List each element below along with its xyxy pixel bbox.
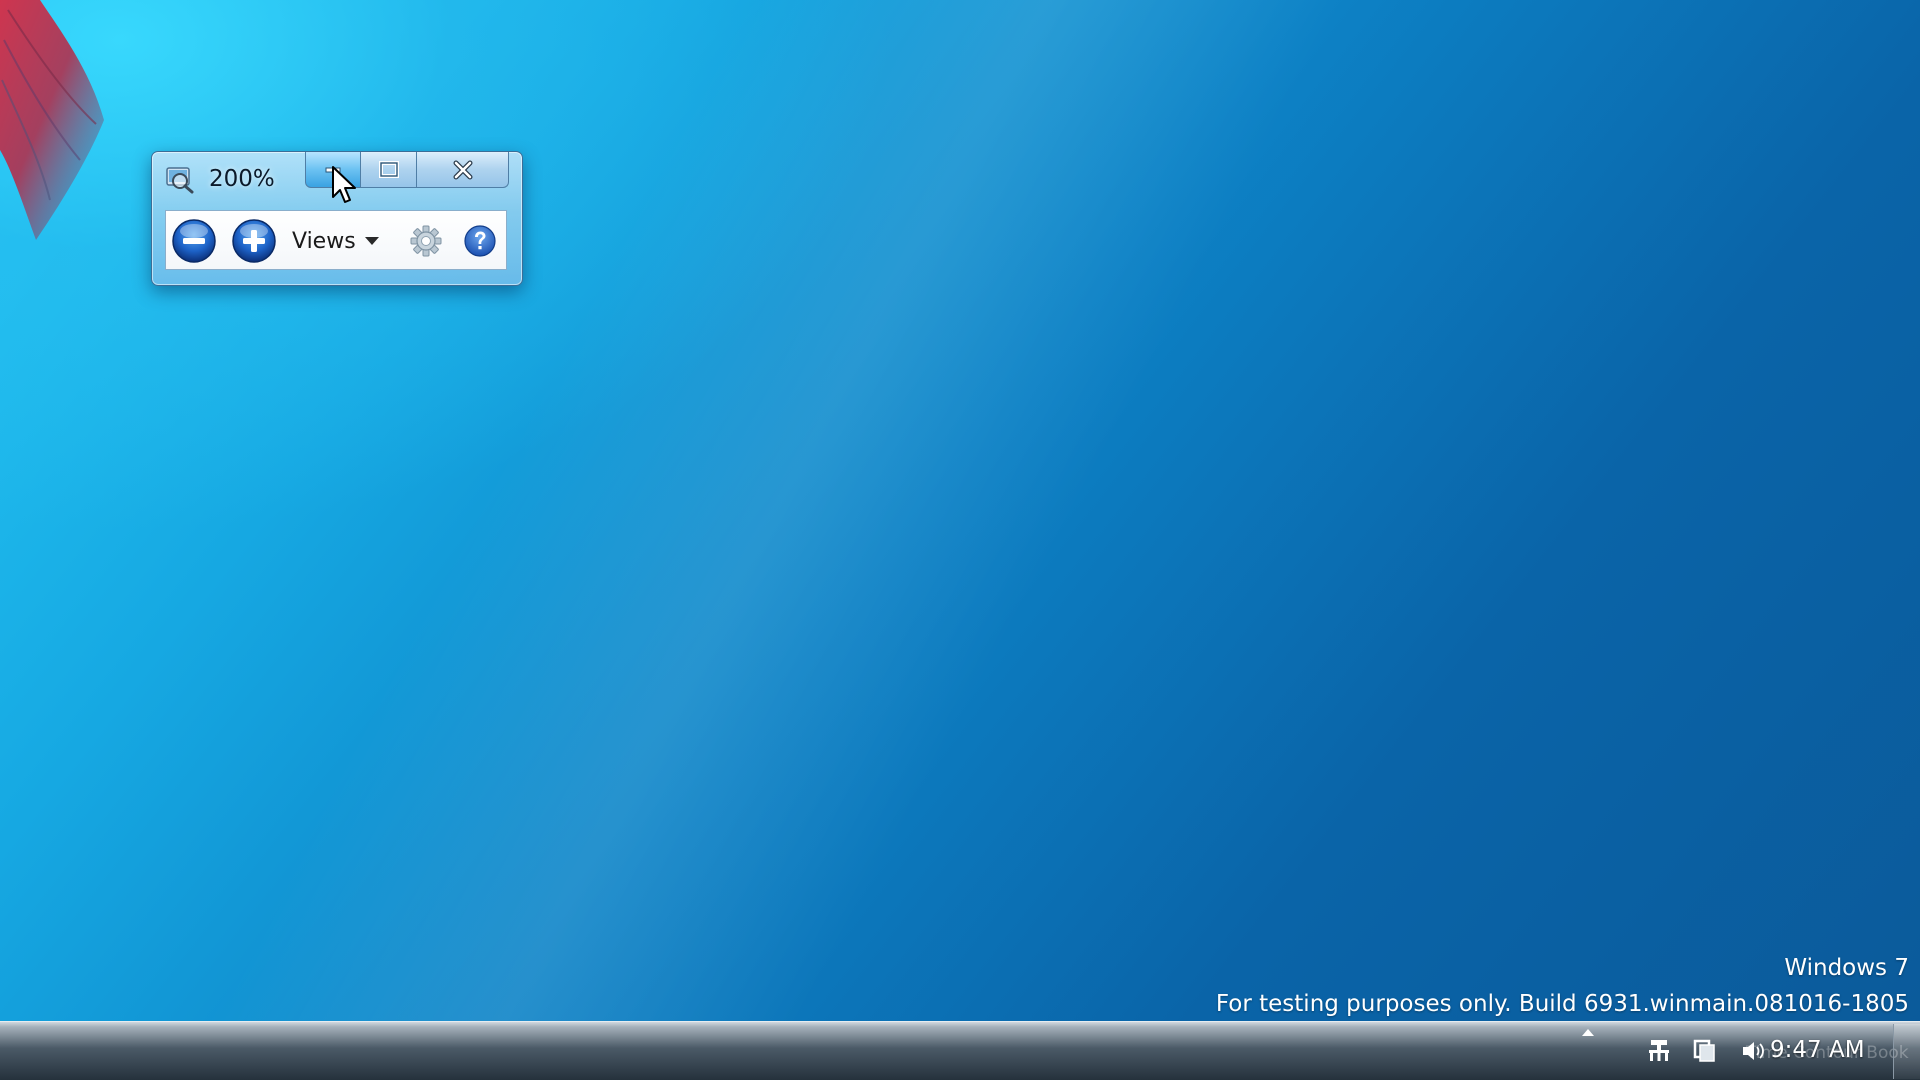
views-dropdown-button[interactable]: Views [292,223,379,259]
zoom-out-button[interactable] [171,218,217,264]
mouse-cursor-icon [332,166,356,203]
network-icon[interactable] [1646,1038,1672,1064]
zoom-level-label: 200% [209,166,275,192]
taskbar: Time Contour Book 9:47 AM [0,1021,1920,1080]
speaker-icon[interactable] [1740,1038,1766,1064]
minus-icon [183,238,205,244]
watermark-os-name: Windows 7 [1784,955,1909,981]
help-button[interactable] [463,224,497,258]
chevron-down-icon [364,237,379,245]
desktop: 200% Views Windows 7 For testing purpose… [0,0,1920,1080]
taskbar-clock[interactable]: 9:47 AM [1770,1037,1865,1063]
close-button[interactable] [416,152,509,188]
views-label: Views [292,228,356,254]
flag-icon[interactable] [1692,1038,1718,1064]
zoom-in-button[interactable] [231,218,277,264]
wallpaper-fish-fin [0,0,104,240]
maximize-icon [378,160,399,178]
watermark-build-info: For testing purposes only. Build 6931.wi… [1215,991,1909,1017]
options-button[interactable] [409,224,443,258]
magnifier-toolbar: Views [165,210,507,270]
notification-area: Time Contour Book 9:47 AM [1580,1022,1920,1081]
close-icon [453,160,472,179]
gear-icon [410,225,442,257]
maximize-button[interactable] [360,152,417,188]
magnifier-icon [166,167,194,194]
show-desktop-button[interactable] [1893,1024,1920,1079]
build-watermark: Windows 7 For testing purposes only. Bui… [1216,950,1909,1022]
up-arrow-icon[interactable] [1580,1027,1596,1037]
